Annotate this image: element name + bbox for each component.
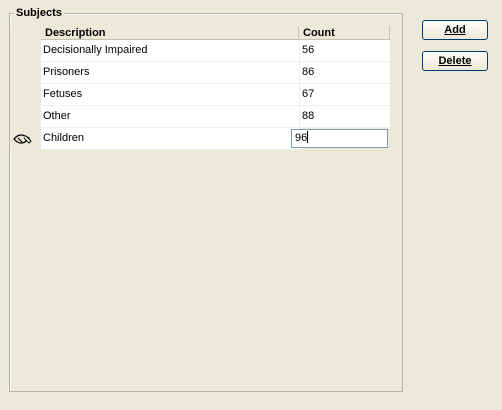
text-caret	[307, 131, 309, 143]
description-cell[interactable]: Decisionally Impaired	[41, 40, 300, 62]
grid-header: Description Count	[10, 26, 390, 40]
table-row[interactable]: Other 88	[10, 106, 390, 128]
count-cell[interactable]: 56	[300, 40, 390, 62]
row-selector[interactable]	[10, 84, 40, 106]
description-cell[interactable]: Other	[41, 106, 300, 128]
description-cell[interactable]: Children	[41, 128, 300, 150]
count-cell[interactable]: 88	[300, 106, 390, 128]
count-cell[interactable]: 86	[300, 62, 390, 84]
subjects-group-title: Subjects	[14, 7, 64, 20]
description-cell[interactable]: Fetuses	[41, 84, 300, 106]
row-selector[interactable]	[10, 62, 40, 84]
column-header-description[interactable]: Description	[41, 26, 299, 39]
count-cell[interactable]: 67	[300, 84, 390, 106]
count-edit-field[interactable]: 96	[291, 129, 388, 148]
table-row[interactable]: Prisoners 86	[10, 62, 390, 84]
table-row-editing[interactable]: Children 96	[10, 128, 390, 150]
edit-pencil-icon	[13, 134, 32, 144]
column-header-count[interactable]: Count	[299, 26, 390, 39]
row-selector[interactable]	[10, 128, 40, 150]
description-cell[interactable]: Prisoners	[41, 62, 300, 84]
table-row[interactable]: Decisionally Impaired 56	[10, 40, 390, 62]
count-edit-value: 96	[295, 132, 308, 144]
row-selector[interactable]	[10, 40, 40, 62]
row-selector[interactable]	[10, 106, 40, 128]
add-button[interactable]: Add	[422, 20, 488, 40]
table-row[interactable]: Fetuses 67	[10, 84, 390, 106]
subjects-grid[interactable]: Description Count Decisionally Impaired …	[10, 26, 390, 150]
delete-button[interactable]: Delete	[422, 51, 488, 71]
